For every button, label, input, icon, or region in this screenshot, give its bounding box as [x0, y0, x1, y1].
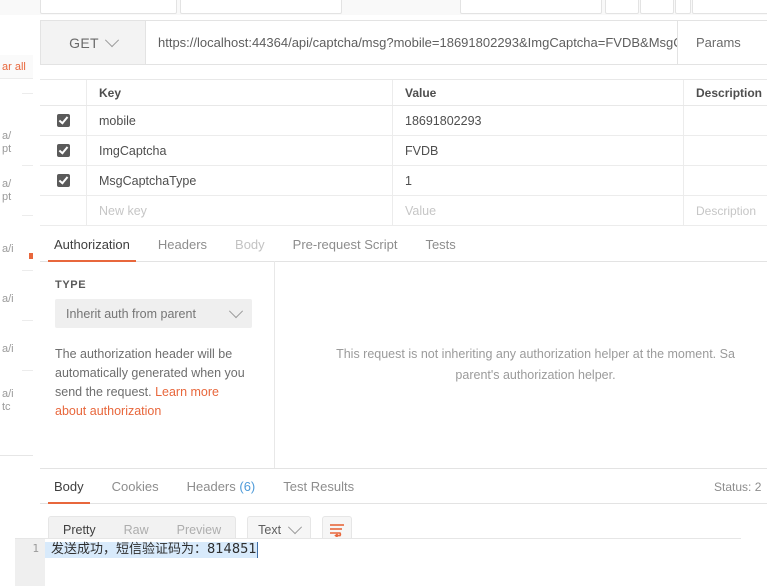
chevron-down-icon	[228, 303, 244, 318]
tab-authorization[interactable]: Authorization	[40, 237, 144, 262]
response-body-view[interactable]: 1 发送成功，短信验证码为：814851	[15, 538, 741, 586]
param-value[interactable]: 18691802293	[393, 106, 684, 135]
table-row-new[interactable]: New key Value Description	[40, 196, 767, 226]
tab-tests[interactable]: Tests	[411, 237, 469, 261]
param-description[interactable]	[684, 136, 767, 165]
table-row[interactable]: ImgCaptcha FVDB	[40, 136, 767, 166]
toolbar-box[interactable]	[640, 0, 674, 14]
sidebar-divider	[22, 320, 33, 321]
sidebar-clear-all-button[interactable]: ar all	[0, 55, 33, 79]
param-row-check-cell	[40, 106, 87, 135]
sidebar-divider	[22, 370, 33, 371]
param-description[interactable]	[684, 166, 767, 195]
response-tab-test-results[interactable]: Test Results	[269, 479, 368, 503]
sidebar-divider	[22, 215, 33, 216]
sidebar-item-fragment[interactable]: tc	[2, 401, 11, 414]
toolbar-box[interactable]	[675, 0, 691, 14]
param-key[interactable]: MsgCaptchaType	[87, 166, 393, 195]
chevron-down-icon	[104, 32, 119, 47]
new-param-value-input[interactable]: Value	[393, 196, 684, 225]
auth-type-value: Inherit auth from parent	[66, 306, 196, 321]
toolbar-box[interactable]	[692, 0, 767, 14]
auth-type-select[interactable]: Inherit auth from parent	[55, 299, 252, 328]
authorization-notice-line2: parent's authorization helper.	[455, 367, 616, 382]
param-description[interactable]	[684, 106, 767, 135]
toolbar-box[interactable]	[40, 0, 177, 14]
response-tab-headers[interactable]: Headers (6)	[173, 479, 270, 503]
request-tab-bar: Authorization Headers Body Pre-request S…	[40, 227, 767, 262]
table-row[interactable]: mobile 18691802293	[40, 106, 767, 136]
http-method-label: GET	[69, 34, 99, 51]
response-body-text[interactable]: 发送成功，短信验证码为：814851	[45, 542, 258, 558]
params-table: Key Value Description mobile 18691802293…	[40, 79, 767, 226]
authorization-notice-line1: This request is not inheriting any autho…	[336, 346, 735, 361]
auth-type-label: TYPE	[55, 279, 87, 291]
sidebar-divider	[22, 165, 33, 166]
line-number-gutter: 1	[15, 539, 45, 586]
word-wrap-icon	[330, 524, 345, 537]
param-value[interactable]: 1	[393, 166, 684, 195]
sidebar: ar all a/ pt a/ pt a/i a/i a/i a/i tc	[0, 15, 34, 585]
authorization-panel: TYPE Inherit auth from parent The author…	[40, 261, 767, 468]
params-table-header: Key Value Description	[40, 80, 767, 106]
toolbar-box[interactable]	[180, 0, 342, 14]
response-body-lines[interactable]: 发送成功，短信验证码为：814851	[45, 539, 741, 586]
authorization-notice: This request is not inheriting any autho…	[303, 344, 767, 386]
params-header-value: Value	[393, 80, 684, 105]
authorization-notice-area: This request is not inheriting any autho…	[275, 261, 767, 468]
auth-help-text: The authorization header will be automat…	[55, 345, 252, 421]
params-header-key: Key	[87, 80, 393, 105]
sidebar-item-fragment[interactable]: pt	[2, 143, 11, 156]
tab-headers[interactable]: Headers	[144, 237, 221, 261]
sidebar-item-fragment[interactable]: a/	[2, 178, 11, 191]
main-panel: GET https://localhost:44364/api/captcha/…	[33, 15, 767, 585]
url-bar: GET https://localhost:44364/api/captcha/…	[40, 20, 767, 65]
param-enabled-checkbox[interactable]	[56, 174, 70, 187]
new-param-description-input[interactable]: Description	[684, 196, 767, 225]
param-row-check-cell	[40, 166, 87, 195]
sidebar-item-fragment[interactable]: a/	[2, 130, 11, 143]
sidebar-item-fragment[interactable]: a/i	[2, 343, 14, 356]
top-toolbar-strip	[0, 0, 767, 16]
toolbar-box[interactable]	[460, 0, 602, 14]
tab-pre-request-script[interactable]: Pre-request Script	[279, 237, 412, 261]
response-tab-bar: Body Cookies Headers (6) Test Results St…	[40, 469, 767, 504]
response-tab-cookies[interactable]: Cookies	[98, 479, 173, 503]
sidebar-divider	[22, 93, 33, 94]
response-format-value: Text	[258, 523, 282, 537]
http-method-select[interactable]: GET	[40, 20, 145, 65]
sidebar-divider	[0, 455, 33, 456]
param-row-check-cell	[40, 196, 87, 225]
sidebar-item-fragment[interactable]: pt	[2, 191, 11, 204]
params-header-check-cell	[40, 80, 87, 105]
toolbar-box[interactable]	[605, 0, 639, 14]
response-headers-count: (6)	[239, 479, 256, 494]
params-header-description: Description	[696, 85, 763, 100]
table-row[interactable]: MsgCaptchaType 1	[40, 166, 767, 196]
sidebar-item-fragment[interactable]: a/i	[2, 243, 14, 256]
param-row-check-cell	[40, 136, 87, 165]
param-key[interactable]: mobile	[87, 106, 393, 135]
params-button[interactable]: Params	[678, 20, 767, 65]
new-param-key-input[interactable]: New key	[87, 196, 393, 225]
status-badge: Status: 2	[714, 480, 762, 494]
authorization-settings: TYPE Inherit auth from parent The author…	[40, 261, 275, 468]
param-enabled-checkbox[interactable]	[56, 144, 70, 157]
sidebar-item-fragment[interactable]: a/i	[2, 293, 14, 306]
response-tab-headers-label: Headers	[186, 479, 236, 494]
url-input[interactable]: https://localhost:44364/api/captcha/msg?…	[145, 20, 678, 65]
sidebar-item-fragment[interactable]: a/i	[2, 388, 14, 401]
param-value[interactable]: FVDB	[393, 136, 684, 165]
chevron-down-icon	[288, 520, 303, 535]
param-key[interactable]: ImgCaptcha	[87, 136, 393, 165]
response-tab-body[interactable]: Body	[40, 479, 98, 504]
tab-body[interactable]: Body	[221, 237, 279, 261]
param-enabled-checkbox[interactable]	[56, 114, 70, 127]
sidebar-divider	[22, 270, 33, 271]
